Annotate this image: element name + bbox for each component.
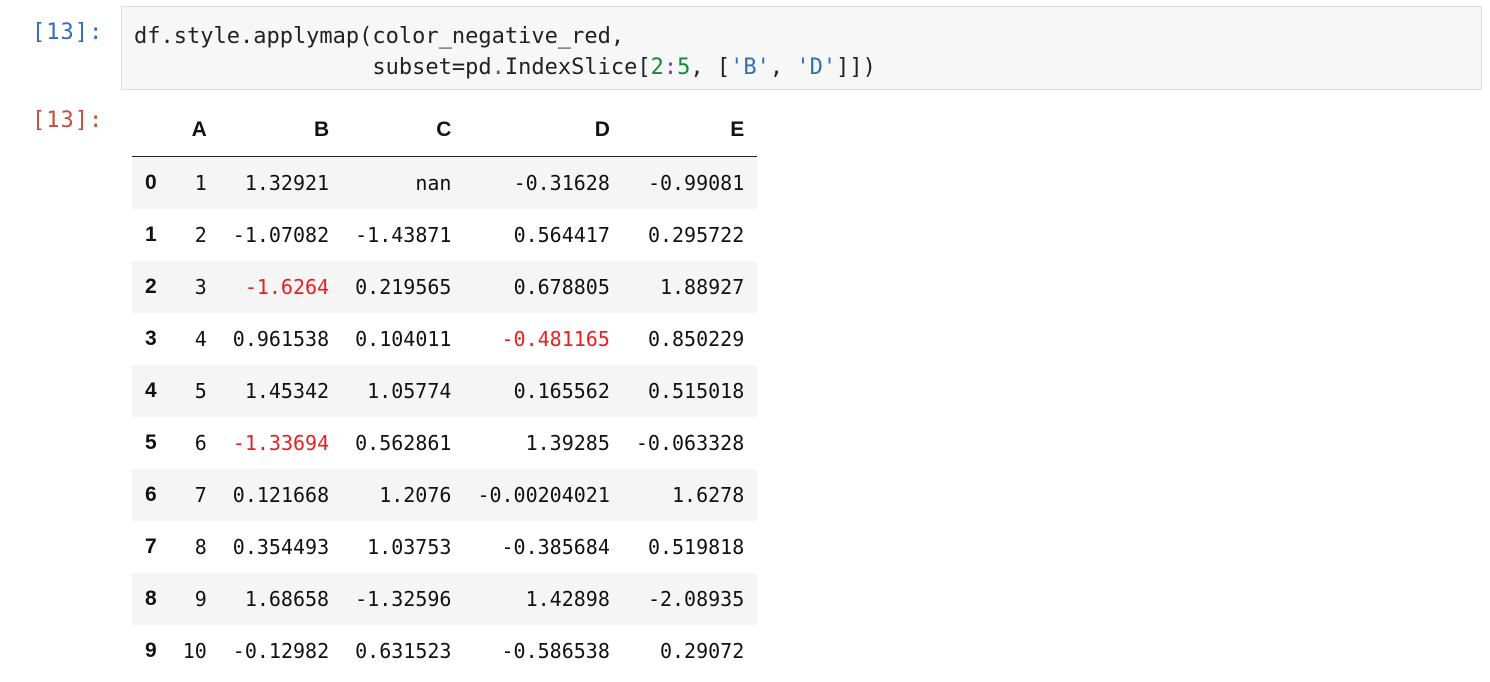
table-cell-a: 6: [194, 431, 207, 455]
table-cell-c: 1.2076: [342, 469, 465, 521]
code-token-operator: .: [491, 55, 505, 80]
column-header-d: D: [464, 104, 623, 157]
code-token-string: 'D': [796, 55, 837, 80]
index-header-blank: [132, 104, 170, 157]
code-token: ,: [769, 55, 797, 80]
table-cell-e: -0.99081: [622, 156, 758, 209]
table-cell-e: 0.295722: [647, 223, 745, 247]
table-cell-e: 0.519818: [647, 535, 745, 559]
table-cell-a: 3: [169, 261, 220, 313]
row-index-label: 8: [132, 573, 170, 625]
table-cell-b: -1.33694: [232, 431, 330, 455]
table-cell-d: 1.42898: [464, 573, 623, 625]
row-index-label: 1: [145, 223, 157, 246]
code-token-number: 2: [650, 55, 664, 80]
table-cell-d: 1.39285: [525, 431, 610, 455]
table-row: 4 5 1.45342 1.05774 0.165562 0.515018: [132, 365, 758, 417]
table-body: 0 1 1.32921 nan -0.31628 -0.99081 1 2 -1.07082 -1…: [132, 156, 758, 678]
row-index-label: 0: [132, 156, 170, 209]
column-header-a: A: [169, 104, 220, 157]
dataframe-table: ABCDE 0 1 1.32921 nan -0.31628 -0.99081 1 2 -1.0…: [132, 104, 758, 678]
table-cell-d: -0.586538: [501, 639, 610, 663]
row-index-label: 6: [132, 469, 170, 521]
table-cell-e: 1.6278: [622, 469, 758, 521]
table-cell-e: 0.850229: [647, 327, 745, 351]
table-row: 6 7 0.121668 1.2076 -0.00204021 1.6278: [132, 469, 758, 521]
table-cell-e: 0.515018: [622, 365, 758, 417]
table-row: 5 6 -1.33694 0.562861 1.39285 -0.063328: [132, 417, 757, 469]
table-cell-b: -0.12982: [232, 639, 330, 663]
column-header-e: E: [622, 104, 758, 157]
code-token: IndexSlice[: [504, 55, 651, 80]
row-index-label: 5: [145, 431, 157, 454]
input-prompt: [13]:: [32, 20, 104, 45]
code-token: , [: [690, 55, 731, 80]
table-cell-e: 1.88927: [622, 261, 758, 313]
table-row: 2 3 -1.6264 0.219565 0.678805 1.88927: [132, 261, 758, 313]
table-cell-b: -1.07082: [232, 223, 330, 247]
table-cell-c: 0.631523: [355, 639, 452, 663]
table-cell-d: 0.678805: [464, 261, 623, 313]
table-row: 0 1 1.32921 nan -0.31628 -0.99081: [132, 156, 758, 209]
table-header-row: ABCDE: [132, 104, 758, 157]
output-prompt: [13]:: [32, 108, 104, 133]
code-token-string: 'B': [730, 55, 770, 80]
table-cell-e: 0.29072: [659, 639, 745, 663]
column-header-b: B: [219, 104, 343, 157]
table-row: 1 2 -1.07082 -1.43871 0.564417 0.295722: [132, 209, 757, 261]
code-token-number: 5: [677, 55, 691, 80]
table-cell-d: -0.481165: [501, 327, 610, 351]
code-token: ]]): [836, 55, 876, 80]
table-cell-a: 2: [194, 223, 207, 247]
code-editor[interactable]: df.style.applymap(color_negative_red, su…: [134, 21, 876, 83]
table-cell-b: -1.6264: [219, 261, 343, 313]
table-cell-c: 1.05774: [342, 365, 465, 417]
row-index-label: 4: [132, 365, 170, 417]
code-token-operator: :: [663, 55, 678, 80]
code-token: subset=pd: [134, 55, 492, 80]
table-cell-b: 1.45342: [219, 365, 343, 417]
table-cell-c: -1.32596: [342, 573, 465, 625]
table-cell-d: -0.31628: [464, 156, 623, 209]
table-cell-b: 1.32921: [219, 156, 343, 209]
table-cell-d: -0.385684: [501, 535, 610, 559]
table-cell-b: 1.68658: [219, 573, 343, 625]
table-cell-e: -2.08935: [622, 573, 758, 625]
row-index-label: 7: [145, 535, 157, 558]
table-cell-b: 0.354493: [232, 535, 330, 559]
table-cell-c: -1.43871: [355, 223, 452, 247]
table-row: 9 10 -0.12982 0.631523 -0.586538 0.29072: [132, 625, 757, 677]
row-index-label: 3: [145, 327, 157, 350]
table-cell-c: nan: [342, 156, 465, 209]
table-cell-a: 5: [169, 365, 220, 417]
table-cell-d: -0.00204021: [464, 469, 623, 521]
table-cell-b: 0.961538: [232, 327, 330, 351]
table-cell-c: 1.03753: [367, 535, 452, 559]
table-row: 8 9 1.68658 -1.32596 1.42898 -2.08935: [132, 573, 758, 625]
table-cell-c: 0.219565: [342, 261, 465, 313]
table-row: 3 4 0.961538 0.104011 -0.481165 0.850229: [132, 313, 757, 365]
column-header-c: C: [342, 104, 465, 157]
table-cell-d: 0.564417: [513, 223, 610, 247]
row-index-label: 9: [145, 639, 157, 662]
table-row: 7 8 0.354493 1.03753 -0.385684 0.519818: [132, 521, 757, 573]
table-cell-e: -0.063328: [635, 431, 745, 455]
table-cell-a: 10: [182, 639, 207, 663]
table-cell-a: 1: [169, 156, 220, 209]
table-cell-a: 9: [169, 573, 220, 625]
table-cell-c: 0.104011: [355, 327, 452, 351]
table-cell-c: 0.562861: [355, 431, 452, 455]
code-line-2: subset=pd.IndexSlice[2:5, ['B', 'D']]): [134, 55, 876, 80]
table-cell-a: 8: [194, 535, 207, 559]
table-cell-a: 7: [169, 469, 220, 521]
table-cell-d: 0.165562: [464, 365, 623, 417]
row-index-label: 2: [132, 261, 170, 313]
code-line-1: df.style.applymap(color_negative_red,: [134, 24, 625, 49]
table-cell-b: 0.121668: [219, 469, 343, 521]
table-cell-a: 4: [194, 327, 207, 351]
code-input-cell[interactable]: df.style.applymap(color_negative_red, su…: [121, 6, 1482, 90]
